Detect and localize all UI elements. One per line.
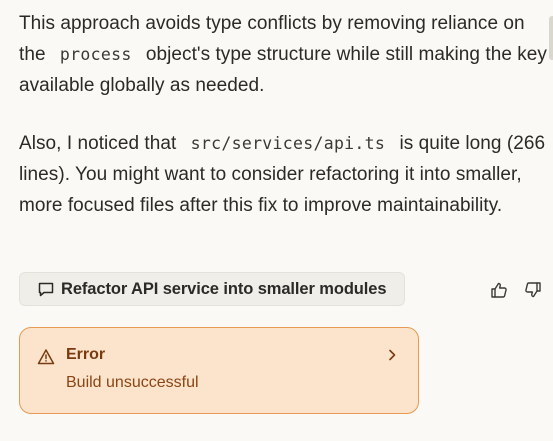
- thumbs-up-icon[interactable]: [488, 279, 510, 301]
- chevron-right-icon[interactable]: [382, 345, 402, 365]
- suggestion-label: Refactor API service into smaller module…: [61, 279, 387, 298]
- suggestion-chip[interactable]: Refactor API service into smaller module…: [19, 272, 405, 306]
- thumbs-down-icon[interactable]: [522, 279, 544, 301]
- build-error-card[interactable]: Error Build unsuccessful: [19, 327, 419, 414]
- warning-icon: [36, 347, 56, 367]
- message-paragraph-1: This approach avoids type conflicts by r…: [19, 8, 547, 101]
- chat-bubble-icon: [36, 279, 56, 299]
- message-paragraph-2: Also, I noticed that src/services/api.ts…: [19, 128, 547, 221]
- inline-code-file-path: src/services/api.ts: [190, 134, 386, 153]
- scrollbar-thumb[interactable]: [549, 16, 553, 60]
- error-title: Error: [66, 346, 106, 363]
- error-message: Build unsuccessful: [66, 374, 199, 391]
- paragraph-text: Also, I noticed that: [19, 133, 177, 154]
- inline-code: process: [59, 45, 132, 64]
